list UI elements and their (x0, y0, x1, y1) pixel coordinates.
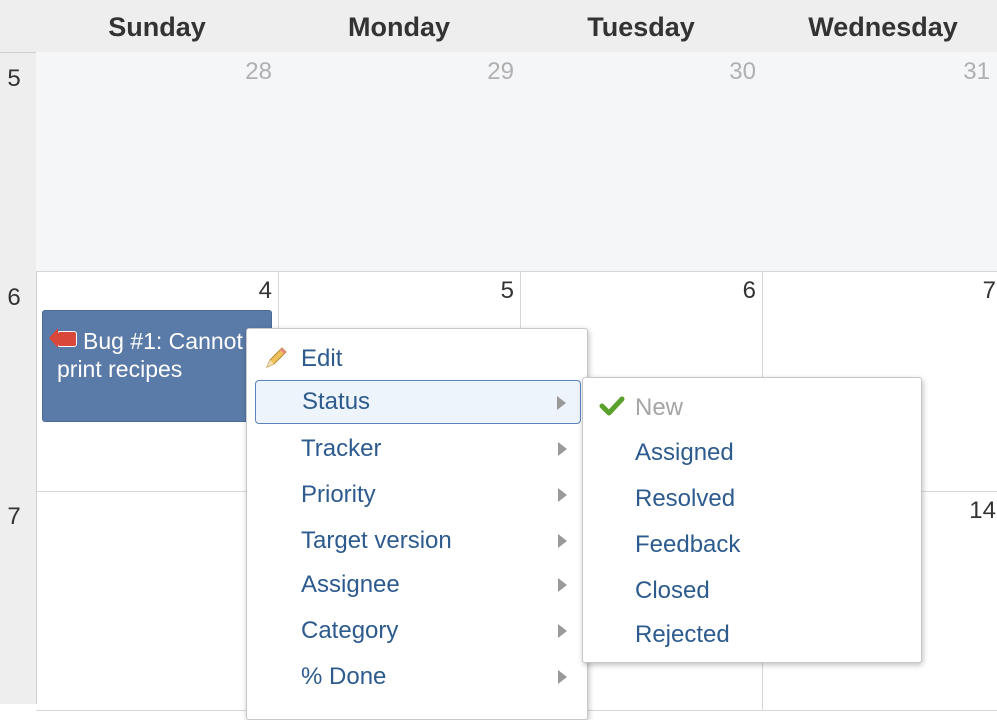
day-number: 7 (982, 277, 996, 304)
day-number: 28 (245, 58, 272, 85)
issue-card[interactable]: Bug #1: Cannot print recipes (42, 310, 272, 422)
status-option-closed[interactable]: Closed (589, 569, 915, 613)
menu-item-target-version[interactable]: Target version (255, 519, 581, 563)
day-number: 4 (258, 277, 272, 304)
menu-item-priority[interactable]: Priority (255, 473, 581, 517)
status-option-assigned[interactable]: Assigned (589, 431, 915, 475)
arrow-left-icon (49, 328, 77, 348)
status-option-feedback[interactable]: Feedback (589, 523, 915, 567)
week-number: 7 (7, 503, 21, 530)
submenu-arrow-icon (557, 396, 566, 410)
menu-item-label: Priority (301, 481, 376, 508)
checkmark-icon (599, 396, 625, 416)
status-option-label: Closed (635, 577, 710, 604)
menu-item-label: % Done (301, 663, 387, 690)
pencil-icon (266, 347, 287, 368)
menu-item-category[interactable]: Category (255, 609, 581, 653)
submenu-arrow-icon (558, 624, 567, 638)
status-option-new: New (589, 386, 915, 430)
menu-item-label: Assignee (301, 571, 400, 598)
day-number: 5 (500, 277, 514, 304)
submenu-arrow-icon (558, 442, 567, 456)
submenu-arrow-icon (558, 534, 567, 548)
day-number: 29 (487, 58, 514, 85)
day-cell[interactable]: 30 (520, 52, 763, 272)
menu-item-label: Edit (301, 345, 343, 372)
menu-item-label: Status (302, 388, 371, 415)
status-option-rejected[interactable]: Rejected (589, 613, 915, 657)
day-header-sunday: Sunday (108, 12, 206, 42)
submenu-arrow-icon (558, 670, 567, 684)
status-submenu: New Assigned Resolved Feedback Closed Re… (582, 377, 922, 663)
submenu-arrow-icon (558, 578, 567, 592)
status-option-label: Resolved (635, 485, 736, 512)
day-number: 30 (729, 58, 756, 85)
day-cell[interactable]: 1 (36, 491, 279, 711)
calendar-header: Sunday Monday Tuesday Wednesday (0, 0, 997, 53)
menu-item-assignee[interactable]: Assignee (255, 563, 581, 607)
week-number-column: 5 6 7 (0, 53, 37, 704)
day-number: 31 (963, 58, 990, 85)
day-header-monday: Monday (347, 12, 450, 42)
week-number: 5 (7, 65, 21, 92)
menu-item-label: Tracker (301, 435, 382, 462)
status-option-label: Assigned (635, 439, 734, 466)
status-option-label: New (635, 394, 684, 421)
context-menu: Edit Status Tracker Priority Target vers… (246, 328, 588, 720)
menu-item-status[interactable]: Status (255, 380, 581, 424)
menu-item-label: Category (301, 617, 399, 644)
menu-item-done-ratio[interactable]: % Done (255, 655, 581, 699)
day-header-wednesday: Wednesday (808, 12, 958, 42)
day-cell[interactable]: 31 (762, 52, 997, 272)
submenu-arrow-icon (558, 488, 567, 502)
day-header-tuesday: Tuesday (587, 12, 695, 42)
status-option-label: Rejected (635, 621, 730, 648)
issue-title: Bug #1: Cannot print recipes (57, 328, 243, 382)
day-number: 14 (969, 497, 996, 524)
status-option-resolved[interactable]: Resolved (589, 477, 915, 521)
menu-item-label: Target version (301, 527, 452, 554)
day-number: 6 (742, 277, 756, 304)
menu-item-edit[interactable]: Edit (255, 337, 581, 381)
status-option-label: Feedback (635, 531, 741, 558)
day-cell[interactable]: 28 (36, 52, 279, 272)
menu-item-tracker[interactable]: Tracker (255, 427, 581, 471)
day-cell[interactable]: 29 (278, 52, 521, 272)
week-number: 6 (7, 284, 21, 311)
